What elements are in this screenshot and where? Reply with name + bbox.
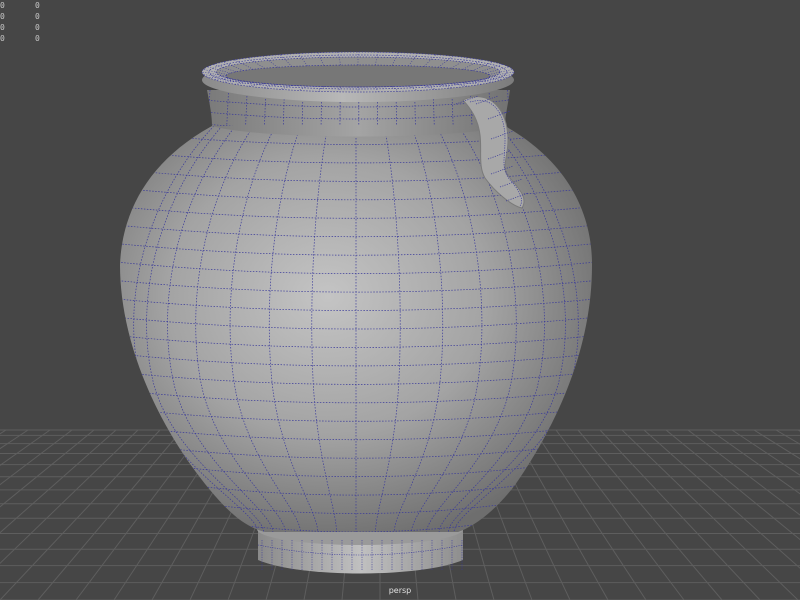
camera-name-label: persp [388, 586, 412, 595]
hud-label: 0 [0, 1, 5, 10]
hud-value: 0 [35, 12, 40, 21]
vase-rim [201, 51, 515, 102]
hud-value: 0 [35, 1, 40, 10]
hud-row: 0 0 [0, 0, 60, 11]
hud-row: 0 0 [0, 33, 60, 44]
scene-canvas[interactable] [0, 0, 800, 600]
hud-label: 0 [0, 34, 5, 43]
viewport-panel[interactable]: 0 0 0 0 0 0 0 0 persp [0, 0, 800, 600]
hud-row: 0 0 [0, 22, 60, 33]
hud-label: 0 [0, 12, 5, 21]
hud-value: 0 [35, 23, 40, 32]
vase-mesh[interactable] [76, 51, 636, 574]
hud-readout: 0 0 0 0 0 0 0 0 [0, 0, 60, 44]
hud-label: 0 [0, 23, 5, 32]
hud-value: 0 [35, 34, 40, 43]
hud-row: 0 0 [0, 11, 60, 22]
